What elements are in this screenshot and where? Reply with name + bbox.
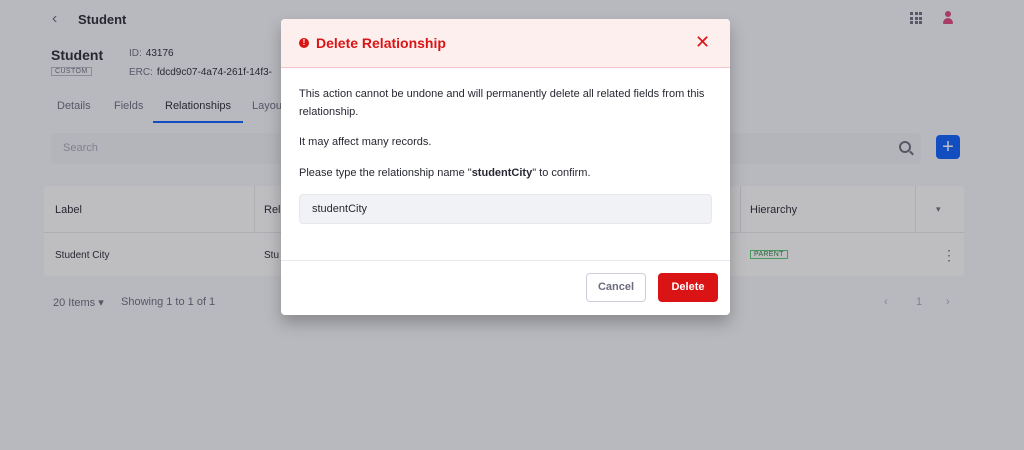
warning-text: This action cannot be undone and will pe… [299, 88, 705, 118]
cancel-button[interactable]: Cancel [586, 273, 646, 302]
dialog-title: Delete Relationship [316, 35, 446, 51]
close-icon[interactable]: ✕ [695, 32, 710, 52]
footer-divider [281, 260, 730, 261]
delete-button[interactable]: Delete [658, 273, 718, 302]
delete-relationship-dialog: ! Delete Relationship ✕ This action cann… [281, 19, 730, 315]
dialog-header: ! Delete Relationship ✕ [281, 19, 730, 68]
warning-icon: ! [299, 38, 309, 48]
confirm-instruction: Please type the relationship name "stude… [299, 167, 591, 179]
affect-text: It may affect many records. [299, 136, 432, 148]
relationship-name: studentCity [471, 167, 533, 179]
confirm-name-input[interactable] [299, 194, 712, 224]
